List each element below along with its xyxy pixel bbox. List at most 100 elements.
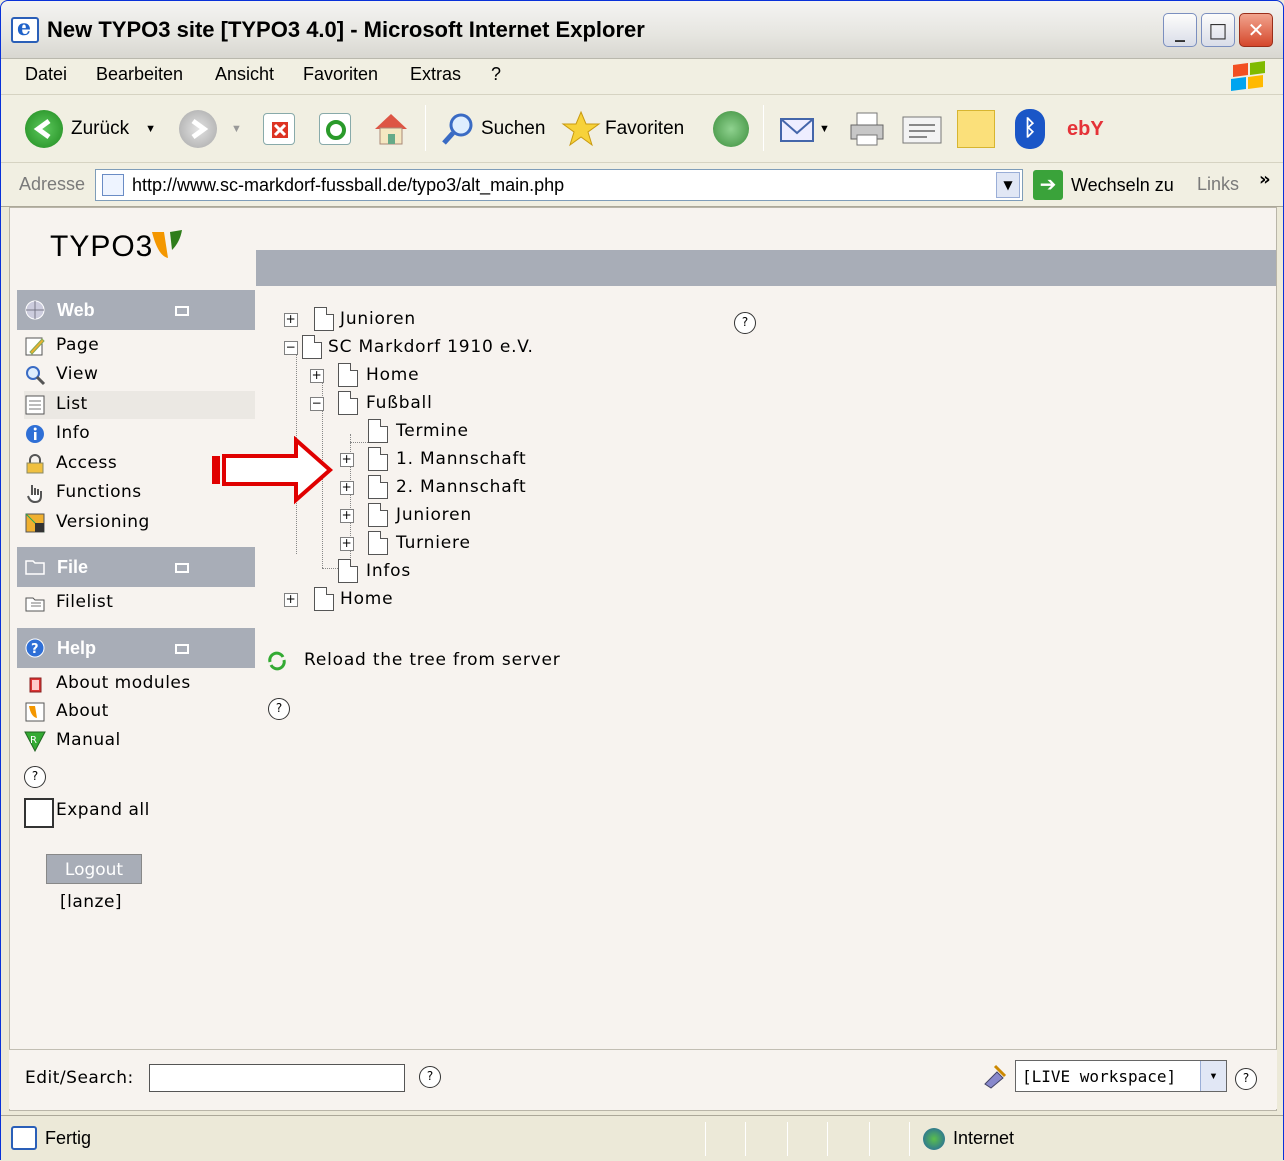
forward-dropdown-icon[interactable]: ▼ xyxy=(231,123,242,135)
tree-node-label[interactable]: Junioren xyxy=(396,505,472,525)
status-text: Fertig xyxy=(45,1128,92,1148)
nav-list[interactable]: List xyxy=(24,391,255,419)
address-url: http://www.sc-markdorf-fussball.de/typo3… xyxy=(132,175,565,195)
logout-button[interactable]: Logout xyxy=(46,854,142,884)
page-done-icon xyxy=(11,1126,37,1150)
menu-bearbeiten[interactable]: Bearbeiten xyxy=(96,64,183,85)
header-bar xyxy=(256,250,1276,286)
tree-node-label[interactable]: Turniere xyxy=(396,533,471,553)
collapse-icon[interactable] xyxy=(175,644,189,654)
help-icon[interactable]: ? xyxy=(734,312,756,334)
help-icon[interactable]: ? xyxy=(268,698,290,720)
mail-dropdown-icon[interactable]: ▼ xyxy=(819,123,830,135)
home-button[interactable] xyxy=(371,107,411,151)
links-button[interactable]: Links xyxy=(1197,174,1239,195)
ebay-icon: ebY xyxy=(1067,117,1104,140)
nav-about-modules[interactable]: About modules xyxy=(24,670,255,698)
module-group-help-label: Help xyxy=(57,638,97,658)
module-group-file[interactable]: File xyxy=(17,547,255,587)
ebay-button[interactable]: ebY xyxy=(1067,107,1104,151)
tree-node-label[interactable]: SC Markdorf 1910 e.V. xyxy=(328,337,534,357)
nav-filelist-label: Filelist xyxy=(56,592,114,612)
tree-node-label[interactable]: 2. Mannschaft xyxy=(396,477,526,497)
note-icon xyxy=(957,110,995,148)
menu-help[interactable]: ? xyxy=(491,64,501,85)
nav-versioning[interactable]: Versioning xyxy=(24,509,255,537)
minimize-button[interactable]: _ xyxy=(1163,13,1197,47)
history-button[interactable] xyxy=(713,107,749,151)
close-button[interactable]: ✕ xyxy=(1239,13,1273,47)
help-icon[interactable]: ? xyxy=(1235,1068,1257,1090)
links-chevron-icon[interactable]: » xyxy=(1259,169,1271,190)
collapse-icon[interactable]: − xyxy=(284,341,298,355)
workspace-select[interactable]: [LIVE workspace] ▾ xyxy=(1015,1060,1227,1092)
collapse-icon[interactable] xyxy=(175,563,189,573)
module-group-file-label: File xyxy=(57,557,89,577)
tree-node-label[interactable]: Home xyxy=(366,365,419,385)
svg-text:R: R xyxy=(30,735,37,746)
nav-manual-label: Manual xyxy=(56,730,121,750)
help-icon[interactable]: ? xyxy=(24,766,46,788)
module-group-web[interactable]: Web xyxy=(17,290,255,330)
nav-page[interactable]: Page xyxy=(24,332,255,360)
expand-icon[interactable]: + xyxy=(284,593,298,607)
forward-button[interactable]: ▼ xyxy=(179,107,242,151)
notes-button[interactable] xyxy=(957,107,995,151)
stop-button[interactable] xyxy=(263,107,295,151)
tree-node-label[interactable]: Home xyxy=(340,589,393,609)
list-icon xyxy=(25,395,45,415)
module-group-help[interactable]: ? Help xyxy=(17,628,255,668)
menu-ansicht[interactable]: Ansicht xyxy=(215,64,274,85)
search-button[interactable]: Suchen xyxy=(441,107,545,151)
refresh-button[interactable] xyxy=(319,107,351,151)
help-icon[interactable]: ? xyxy=(419,1066,441,1088)
internet-explorer-icon xyxy=(11,15,39,43)
back-dropdown-icon[interactable]: ▼ xyxy=(145,123,156,135)
menu-extras[interactable]: Extras xyxy=(410,64,461,85)
edit-search-input[interactable] xyxy=(149,1064,405,1092)
expand-icon[interactable]: + xyxy=(340,509,354,523)
edit-icon xyxy=(902,116,942,144)
maximize-button[interactable]: □ xyxy=(1201,13,1235,47)
page-icon xyxy=(368,475,388,499)
back-button[interactable]: Zurück ▼ xyxy=(25,107,156,151)
title-bar: New TYPO3 site [TYPO3 4.0] - Microsoft I… xyxy=(1,1,1283,59)
menu-datei[interactable]: Datei xyxy=(25,64,67,85)
edit-button[interactable] xyxy=(901,107,943,151)
bluetooth-button[interactable]: ᛒ xyxy=(1015,107,1045,151)
tree-node-label[interactable]: 1. Mannschaft xyxy=(396,449,526,469)
nav-filelist[interactable]: Filelist xyxy=(24,589,255,617)
hand-icon xyxy=(27,485,42,504)
go-label: Wechseln zu xyxy=(1071,174,1174,195)
windows-logo-icon xyxy=(1229,60,1269,93)
address-dropdown-icon[interactable]: ▼ xyxy=(996,172,1020,198)
tree-node-label[interactable]: Infos xyxy=(366,561,411,581)
tree-node-label[interactable]: Junioren xyxy=(340,309,416,329)
nav-view[interactable]: View xyxy=(24,361,255,389)
mail-button[interactable]: ▼ xyxy=(779,107,830,151)
print-button[interactable] xyxy=(847,107,887,151)
favorites-button[interactable]: Favoriten xyxy=(561,107,684,151)
collapse-icon[interactable] xyxy=(175,306,189,316)
folder-icon xyxy=(25,560,45,575)
go-button[interactable]: ➔ Wechseln zu xyxy=(1033,169,1174,201)
tree-node-label[interactable]: Termine xyxy=(396,421,469,441)
nav-list-label: List xyxy=(56,394,88,414)
page-icon xyxy=(368,447,388,471)
help-icon: ? xyxy=(25,638,45,658)
chevron-down-icon[interactable]: ▾ xyxy=(1200,1061,1226,1091)
typo3-logo-icon xyxy=(152,230,182,258)
expand-icon[interactable]: + xyxy=(284,313,298,327)
address-input[interactable]: http://www.sc-markdorf-fussball.de/typo3… xyxy=(95,169,1023,201)
tree-node-label[interactable]: Fußball xyxy=(366,393,433,413)
nav-about[interactable]: About xyxy=(24,698,255,726)
nav-manual[interactable]: R Manual xyxy=(24,727,255,755)
collapse-icon[interactable]: − xyxy=(310,397,324,411)
expand-icon[interactable]: + xyxy=(310,369,324,383)
page-icon xyxy=(314,307,334,331)
nav-access-label: Access xyxy=(56,453,118,473)
menu-favoriten[interactable]: Favoriten xyxy=(303,64,378,85)
nav-functions-label: Functions xyxy=(56,482,142,502)
expand-icon[interactable]: + xyxy=(340,537,354,551)
expand-all-checkbox[interactable] xyxy=(24,798,54,828)
